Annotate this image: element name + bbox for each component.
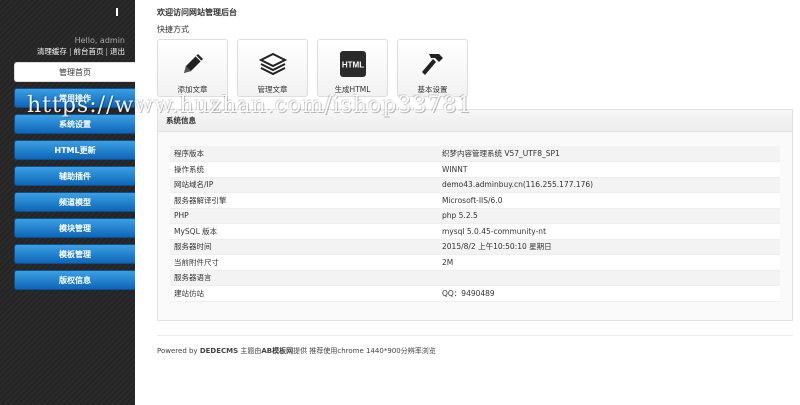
frontend-home-link[interactable]: 前台首页 <box>73 47 103 56</box>
sidebar-item-plugins[interactable]: 辅助插件 <box>14 166 135 186</box>
sidebar-nav: 管理首页 常用操作 系统设置 HTML更新 辅助插件 频道模型 模块管理 模板管… <box>14 62 135 296</box>
footer-divider <box>157 335 793 336</box>
system-info-panel: 系统信息 程序版本 织梦内容管理系统 V57_UTF8_SP1 操作系统 WINNT… <box>157 109 793 321</box>
footer-rest: 提供 推荐使用chrome 1440*900分辨率浏览 <box>293 347 436 355</box>
row-key: 操作系统 <box>170 161 438 178</box>
basic-settings-label: 基本设置 <box>417 85 448 94</box>
html-badge-text: HTML <box>341 61 363 70</box>
table-row: PHP php 5.2.5 <box>170 208 780 224</box>
add-article-label: 添加文章 <box>177 85 208 94</box>
row-key: MySQL 版本 <box>170 223 438 240</box>
sidebar: Hello, admin 清理缓存 | 前台首页 | 退出 管理首页 常用操作 系统设置… <box>0 0 135 405</box>
footer: Powered by DEDECMS 主题由AB模板网提供 推荐使用chrome… <box>157 346 436 356</box>
table-row: 网站域名/IP demo43.adminbuy.cn(116.255.177.17… <box>170 177 780 193</box>
row-value: WINNT <box>438 161 780 178</box>
row-key: 网站域名/IP <box>170 177 438 193</box>
table-row: 程序版本 织梦内容管理系统 V57_UTF8_SP1 <box>170 146 780 162</box>
table-row: 服务器时间 2015/8/2 上午10:50:10 星期日 <box>170 239 780 255</box>
manage-articles-button[interactable]: 管理文章 <box>237 39 308 97</box>
row-value <box>438 270 780 286</box>
sidebar-item-copyright[interactable]: 版权信息 <box>14 270 135 290</box>
row-key: 服务器解译引擎 <box>170 192 438 209</box>
sidebar-item-modules[interactable]: 模块管理 <box>14 218 135 238</box>
row-key: PHP <box>170 208 438 224</box>
sidebar-item-channel-model[interactable]: 频道模型 <box>14 192 135 212</box>
row-key: 服务器语言 <box>170 270 438 286</box>
table-row: MySQL 版本 mysql 5.0.45-community-nt <box>170 223 780 240</box>
html-icon: HTML <box>339 51 366 77</box>
row-key: 服务器时间 <box>170 239 438 255</box>
table-row: 服务器语言 <box>170 270 780 286</box>
row-value: Microsoft-IIS/6.0 <box>438 192 780 209</box>
add-article-button[interactable]: 添加文章 <box>157 39 228 97</box>
sidebar-item-home[interactable]: 管理首页 <box>14 62 135 82</box>
stack-icon <box>258 52 287 76</box>
main-content: 欢迎访问网站管理后台 快捷方式 添加文章 管理文章 HTML 生成HTML 基本… <box>135 0 800 405</box>
row-value: demo43.adminbuy.cn(116.255.177.176) <box>438 177 780 193</box>
page-title: 欢迎访问网站管理后台 <box>157 8 237 17</box>
generate-html-label: 生成HTML <box>334 85 371 94</box>
footer-brand2: AB模板网 <box>261 347 294 355</box>
row-value: 2M <box>438 254 780 271</box>
table-row: 服务器解译引擎 Microsoft-IIS/6.0 <box>170 192 780 209</box>
quick-label: 快捷方式 <box>157 25 189 34</box>
row-key: 当前附件尺寸 <box>170 254 438 271</box>
hammer-icon <box>421 54 443 75</box>
sidebar-item-templates[interactable]: 模板管理 <box>14 244 135 264</box>
generate-html-button[interactable]: HTML 生成HTML <box>317 39 388 97</box>
footer-mid: 主题由 <box>238 347 262 355</box>
row-key: 建站仿站 <box>170 285 438 302</box>
logo-mark <box>116 8 118 16</box>
sidebar-item-common[interactable]: 常用操作 <box>14 88 135 108</box>
row-value: 2015/8/2 上午10:50:10 星期日 <box>438 239 780 255</box>
footer-powered: Powered by <box>157 347 198 355</box>
greeting: Hello, admin <box>74 36 125 45</box>
row-value: php 5.2.5 <box>438 208 780 224</box>
system-info-table: 程序版本 织梦内容管理系统 V57_UTF8_SP1 操作系统 WINNT 网站域名… <box>170 146 780 302</box>
manage-articles-label: 管理文章 <box>257 85 288 94</box>
row-value: mysql 5.0.45-community-nt <box>438 223 780 240</box>
row-value: QQ：9490489 <box>438 285 780 302</box>
panel-title: 系统信息 <box>158 110 792 132</box>
sidebar-links: 清理缓存 | 前台首页 | 退出 <box>36 47 125 56</box>
sidebar-item-settings[interactable]: 系统设置 <box>14 114 135 134</box>
pencil-icon <box>183 54 203 73</box>
logout-link[interactable]: 退出 <box>110 47 125 56</box>
footer-brand: DEDECMS <box>199 347 239 355</box>
basic-settings-button[interactable]: 基本设置 <box>397 39 468 97</box>
table-row: 操作系统 WINNT <box>170 161 780 178</box>
row-value: 织梦内容管理系统 V57_UTF8_SP1 <box>438 146 780 162</box>
row-key: 程序版本 <box>170 146 438 162</box>
clear-cache-link[interactable]: 清理缓存 <box>37 47 67 56</box>
table-row: 当前附件尺寸 2M <box>170 254 780 271</box>
sidebar-item-html-update[interactable]: HTML更新 <box>14 140 135 160</box>
quick-shortcuts: 添加文章 管理文章 HTML 生成HTML 基本设置 <box>157 39 468 97</box>
table-row: 建站仿站 QQ：9490489 <box>170 285 780 302</box>
